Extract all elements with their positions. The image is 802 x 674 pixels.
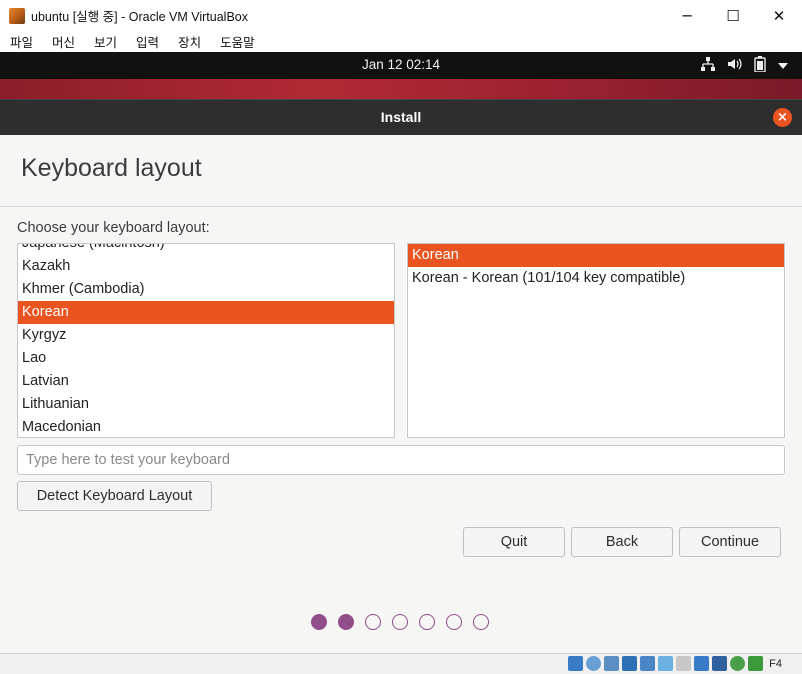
optical-drive-icon[interactable] — [586, 656, 602, 671]
window-title: ubuntu [실행 중] - Oracle VM VirtualBox — [31, 10, 248, 24]
maximize-button[interactable]: ☐ — [710, 0, 756, 31]
window-titlebar: ubuntu [실행 중] - Oracle VM VirtualBox ─ ☐… — [0, 0, 802, 31]
detect-layout-button[interactable]: Detect Keyboard Layout — [17, 481, 212, 511]
system-tray[interactable] — [701, 56, 788, 76]
header-divider — [0, 206, 802, 207]
keyboard-test-input[interactable] — [17, 445, 785, 475]
shared-folder-icon[interactable] — [658, 656, 674, 671]
desktop-wallpaper — [0, 79, 802, 99]
virtualbox-app-icon — [9, 7, 25, 24]
hard-disk-icon[interactable] — [568, 656, 584, 671]
page-title: Keyboard layout — [21, 154, 202, 182]
progress-dot — [446, 614, 462, 630]
list-item[interactable]: Kazakh — [18, 255, 394, 278]
menu-item-devices[interactable]: 장치 — [172, 32, 207, 51]
progress-dot — [419, 614, 435, 630]
battery-icon[interactable] — [754, 56, 766, 76]
menu-item-machine[interactable]: 머신 — [46, 32, 81, 51]
keyboard-capture-icon[interactable] — [748, 656, 764, 671]
installer-title: Install — [380, 109, 422, 125]
list-item[interactable]: Lao — [18, 347, 394, 370]
gnome-top-bar: Jan 12 02:14 — [0, 52, 802, 79]
vt-x-icon[interactable] — [712, 656, 728, 671]
list-item[interactable]: Kyrgyz — [18, 324, 394, 347]
menu-item-file[interactable]: 파일 — [4, 32, 39, 51]
volume-icon[interactable] — [727, 57, 742, 75]
list-item[interactable]: Macedonian — [18, 416, 394, 437]
minimize-button[interactable]: ─ — [664, 0, 710, 31]
progress-dot — [392, 614, 408, 630]
installer-body: Keyboard layout Choose your keyboard lay… — [0, 135, 802, 653]
network-adapter-icon[interactable] — [622, 656, 638, 671]
clock[interactable]: Jan 12 02:14 — [0, 57, 802, 72]
close-window-button[interactable]: ✕ — [756, 0, 802, 31]
list-item-partial[interactable]: Japanese (Macintosh) — [18, 244, 394, 255]
menu-bar: 파일 머신 보기 입력 장치 도움말 — [0, 31, 802, 52]
back-button[interactable]: Back — [571, 527, 673, 557]
host-key-label: F4 — [769, 657, 782, 670]
menu-item-view[interactable]: 보기 — [88, 32, 123, 51]
progress-dots — [311, 614, 489, 630]
progress-dot-done — [338, 614, 354, 630]
layout-list[interactable]: Japanese (Macintosh) Kazakh Khmer (Cambo… — [17, 243, 395, 438]
usb-icon[interactable] — [640, 656, 656, 671]
installer-header: Install × — [0, 99, 802, 135]
status-icons: F4 — [568, 656, 782, 671]
quit-button[interactable]: Quit — [463, 527, 565, 557]
variant-list[interactable]: Korean Korean - Korean (101/104 key comp… — [407, 243, 785, 438]
mouse-integration-icon[interactable] — [730, 656, 746, 671]
video-capture-icon[interactable] — [694, 656, 710, 671]
display-icon[interactable] — [676, 656, 692, 671]
network-icon[interactable] — [701, 57, 715, 75]
menu-item-input[interactable]: 입력 — [130, 32, 165, 51]
vbox-status-bar: F4 — [0, 653, 802, 674]
progress-dot — [473, 614, 489, 630]
menu-arrow-icon[interactable] — [778, 59, 788, 74]
variant-item[interactable]: Korean - Korean (101/104 key compatible) — [408, 267, 784, 290]
installer-close-button[interactable]: × — [773, 108, 792, 127]
layout-prompt: Choose your keyboard layout: — [17, 220, 210, 236]
continue-button[interactable]: Continue — [679, 527, 781, 557]
list-item[interactable]: Lithuanian — [18, 393, 394, 416]
progress-dot-done — [311, 614, 327, 630]
variant-item-selected[interactable]: Korean — [408, 244, 784, 267]
list-item-selected[interactable]: Korean — [18, 301, 394, 324]
list-item[interactable]: Khmer (Cambodia) — [18, 278, 394, 301]
audio-icon[interactable] — [604, 656, 620, 671]
window-controls: ─ ☐ ✕ — [664, 0, 802, 31]
menu-item-help[interactable]: 도움말 — [214, 32, 261, 51]
progress-dot — [365, 614, 381, 630]
list-item[interactable]: Latvian — [18, 370, 394, 393]
